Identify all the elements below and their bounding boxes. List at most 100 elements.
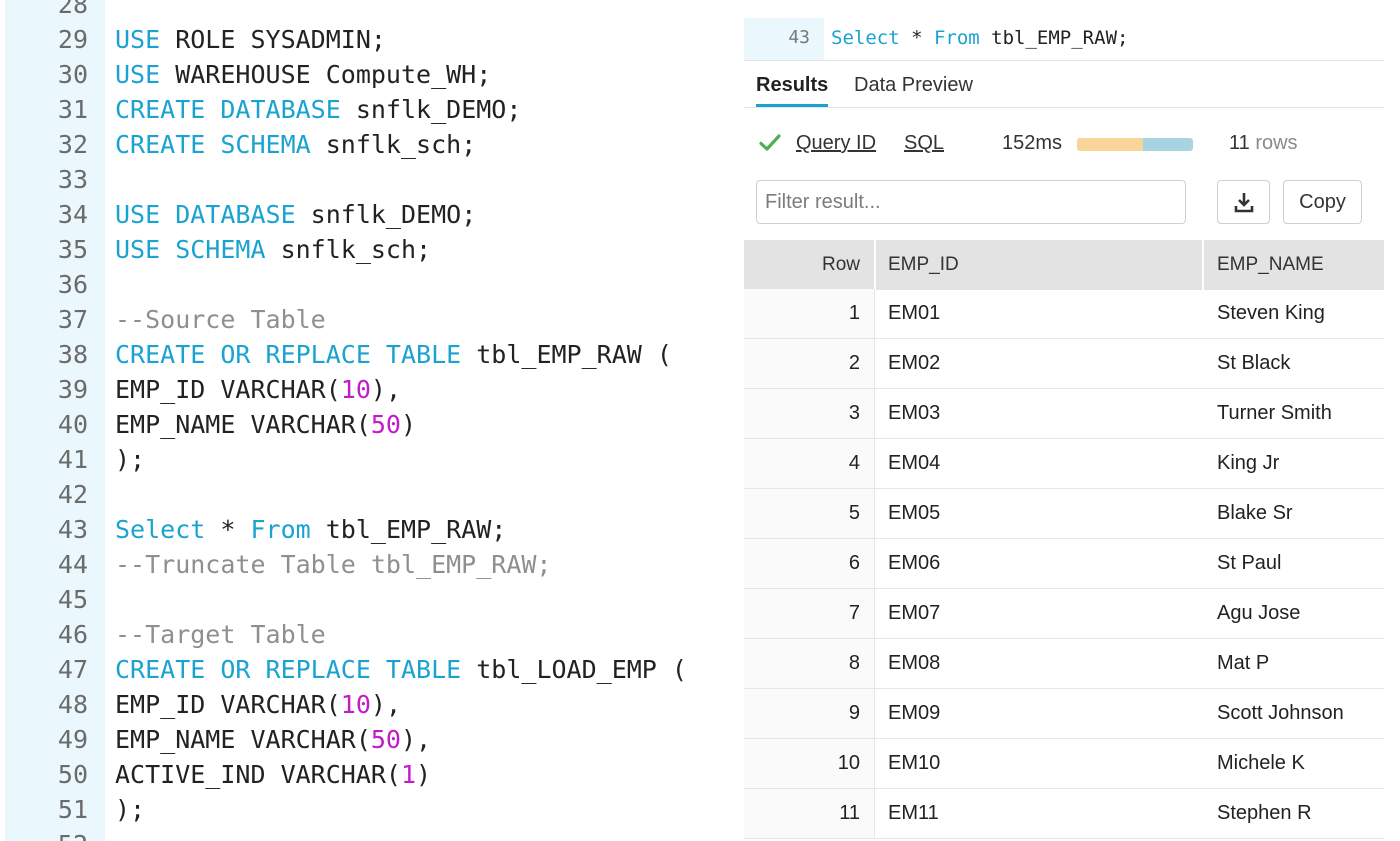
code-line[interactable]: 42	[0, 477, 730, 512]
table-row[interactable]: 3 EM03 Turner Smith	[744, 389, 1384, 439]
cell-emp-name[interactable]: St Black	[1204, 339, 1384, 388]
cell-row-number[interactable]: 4	[744, 439, 874, 488]
code-line[interactable]: 31 CREATE DATABASE snflk_DEMO;	[0, 92, 730, 127]
line-number: 37	[57, 305, 88, 334]
code-line[interactable]: 30 USE WAREHOUSE Compute_WH;	[0, 57, 730, 92]
copy-button[interactable]: Copy	[1283, 180, 1362, 224]
query-id-link[interactable]: Query ID	[796, 132, 876, 155]
cell-row-number[interactable]: 9	[744, 689, 874, 738]
cell-emp-id[interactable]: EM07	[876, 589, 1202, 638]
cell-emp-name[interactable]: Scott Johnson	[1204, 689, 1384, 738]
code-line[interactable]: 52	[0, 827, 730, 841]
line-number: 33	[57, 165, 88, 194]
code-line[interactable]: 47 CREATE OR REPLACE TABLE tbl_LOAD_EMP (	[0, 652, 730, 687]
cell-emp-id[interactable]: EM02	[876, 339, 1202, 388]
table-row[interactable]: 1 EM01 Steven King	[744, 289, 1384, 339]
cell-emp-id[interactable]: EM06	[876, 539, 1202, 588]
cell-emp-id[interactable]: EM03	[876, 389, 1202, 438]
code-line[interactable]: 29 USE ROLE SYSADMIN;	[0, 22, 730, 57]
filter-result-input[interactable]	[756, 180, 1186, 224]
cell-emp-name[interactable]: Agu Jose	[1204, 589, 1384, 638]
table-row[interactable]: 2 EM02 St Black	[744, 339, 1384, 389]
header-row[interactable]: Row	[744, 240, 874, 290]
tab-data-preview[interactable]: Data Preview	[854, 74, 973, 97]
code-line[interactable]: 36	[0, 267, 730, 302]
cell-row-number[interactable]: 7	[744, 589, 874, 638]
code-line[interactable]: 48 EMP_ID VARCHAR(10),	[0, 687, 730, 722]
code-text: EMP_ID VARCHAR(10),	[115, 687, 401, 722]
code-text: USE SCHEMA snflk_sch;	[115, 232, 431, 267]
code-line[interactable]: 49 EMP_NAME VARCHAR(50),	[0, 722, 730, 757]
table-row[interactable]: 10 EM10 Michele K	[744, 739, 1384, 789]
sql-keyword: USE	[115, 25, 161, 54]
cell-row-number[interactable]: 3	[744, 389, 874, 438]
code-line[interactable]: 35 USE SCHEMA snflk_sch;	[0, 232, 730, 267]
cell-emp-name[interactable]: Mat P	[1204, 639, 1384, 688]
code-line[interactable]: 40 EMP_NAME VARCHAR(50)	[0, 407, 730, 442]
table-row[interactable]: 4 EM04 King Jr	[744, 439, 1384, 489]
cell-emp-id[interactable]: EM08	[876, 639, 1202, 688]
header-emp-name[interactable]: EMP_NAME	[1204, 240, 1384, 290]
cell-emp-name[interactable]: Blake Sr	[1204, 489, 1384, 538]
cell-emp-id[interactable]: EM05	[876, 489, 1202, 538]
code-line[interactable]: 34 USE DATABASE snflk_DEMO;	[0, 197, 730, 232]
cell-row-number[interactable]: 2	[744, 339, 874, 388]
cell-row-number[interactable]: 5	[744, 489, 874, 538]
code-text: CREATE DATABASE snflk_DEMO;	[115, 92, 521, 127]
cell-row-number[interactable]: 1	[744, 289, 874, 338]
column-divider	[874, 389, 875, 438]
code-line[interactable]: 28	[0, 0, 730, 22]
sql-link[interactable]: SQL	[904, 132, 944, 155]
code-line[interactable]: 51);	[0, 792, 730, 827]
table-row[interactable]: 5 EM05 Blake Sr	[744, 489, 1384, 539]
cell-row-number[interactable]: 10	[744, 739, 874, 788]
sql-editor[interactable]: 28 29 USE ROLE SYSADMIN; 30 USE WAREHOUSE Co…	[0, 0, 730, 841]
cell-emp-name[interactable]: King Jr	[1204, 439, 1384, 488]
row-count-label: rows	[1255, 132, 1298, 154]
cell-emp-id[interactable]: EM11	[876, 789, 1202, 838]
line-number: 48	[57, 690, 88, 719]
code-text: --Source Table	[115, 302, 326, 337]
table-row[interactable]: 11 EM11 Stephen R	[744, 789, 1384, 839]
mini-code-line: Select * From tbl_EMP_RAW;	[831, 27, 1128, 49]
cell-emp-name[interactable]: Stephen R	[1204, 789, 1384, 838]
header-emp-id[interactable]: EMP_ID	[876, 240, 1202, 290]
cell-emp-id[interactable]: EM09	[876, 689, 1202, 738]
mini-editor-preview[interactable]: 43 Select * From tbl_EMP_RAW;	[744, 18, 1384, 60]
code-line[interactable]: 44 --Truncate Table tbl_EMP_RAW;	[0, 547, 730, 582]
cell-emp-id[interactable]: EM01	[876, 289, 1202, 338]
table-row[interactable]: 7 EM07 Agu Jose	[744, 589, 1384, 639]
code-line[interactable]: 38 CREATE OR REPLACE TABLE tbl_EMP_RAW (	[0, 337, 730, 372]
code-line[interactable]: 46 --Target Table	[0, 617, 730, 652]
table-row[interactable]: 9 EM09 Scott Johnson	[744, 689, 1384, 739]
code-line[interactable]: 33	[0, 162, 730, 197]
code-line[interactable]: 43 Select * From tbl_EMP_RAW;	[0, 512, 730, 547]
sql-text: WAREHOUSE Compute_WH;	[160, 60, 492, 89]
code-line[interactable]: 45	[0, 582, 730, 617]
cell-emp-id[interactable]: EM10	[876, 739, 1202, 788]
tab-results[interactable]: Results	[756, 74, 828, 97]
column-divider	[874, 289, 875, 338]
code-text: --Target Table	[115, 617, 326, 652]
cell-emp-id[interactable]: EM04	[876, 439, 1202, 488]
cell-emp-name[interactable]: Steven King	[1204, 289, 1384, 338]
cell-row-number[interactable]: 8	[744, 639, 874, 688]
table-row[interactable]: 6 EM06 St Paul	[744, 539, 1384, 589]
results-panel: 43 Select * From tbl_EMP_RAW; Results Da…	[744, 0, 1384, 841]
cell-emp-name[interactable]: Michele K	[1204, 739, 1384, 788]
line-number: 35	[57, 235, 88, 264]
sql-text: EMP_NAME VARCHAR(	[115, 410, 371, 439]
code-line[interactable]: 32 CREATE SCHEMA snflk_sch;	[0, 127, 730, 162]
table-row[interactable]: 8 EM08 Mat P	[744, 639, 1384, 689]
download-button[interactable]	[1217, 180, 1270, 224]
code-line[interactable]: 37 --Source Table	[0, 302, 730, 337]
cell-row-number[interactable]: 6	[744, 539, 874, 588]
code-line[interactable]: 50 ACTIVE_IND VARCHAR(1)	[0, 757, 730, 792]
code-line[interactable]: 39 EMP_ID VARCHAR(10),	[0, 372, 730, 407]
cell-emp-name[interactable]: St Paul	[1204, 539, 1384, 588]
code-line[interactable]: 41);	[0, 442, 730, 477]
cell-emp-name[interactable]: Turner Smith	[1204, 389, 1384, 438]
sql-text: tbl_EMP_RAW;	[979, 27, 1129, 49]
sql-text: *	[205, 515, 251, 544]
cell-row-number[interactable]: 11	[744, 789, 874, 838]
